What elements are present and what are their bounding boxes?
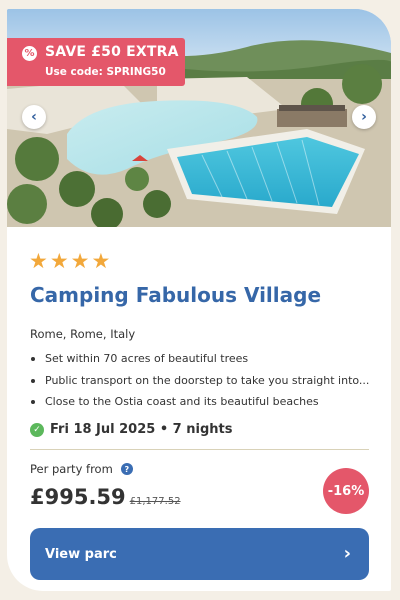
- promo-banner: % SAVE £50 EXTRA Use code: SPRING50: [7, 38, 185, 86]
- star-icon: ★: [49, 249, 69, 273]
- price: £995.59: [30, 485, 126, 509]
- next-image-button[interactable]: ›: [352, 105, 376, 129]
- promo-code: Use code: SPRING50: [45, 66, 166, 78]
- check-icon: ✓: [30, 422, 44, 437]
- prev-image-button[interactable]: ‹: [22, 105, 46, 129]
- view-parc-button[interactable]: View parc ›: [30, 528, 369, 580]
- divider: [30, 449, 369, 450]
- listing-location: Rome, Rome, Italy: [30, 327, 136, 341]
- price-label: Per party from: [30, 462, 113, 476]
- percent-icon: %: [22, 46, 37, 61]
- hero-image[interactable]: % SAVE £50 EXTRA Use code: SPRING50 ‹ ›: [7, 9, 391, 227]
- feature-item: Public transport on the doorstep to take…: [30, 373, 375, 395]
- bullet-icon: [31, 378, 35, 383]
- feature-item: Close to the Ostia coast and its beautif…: [30, 394, 375, 416]
- promo-title: SAVE £50 EXTRA: [45, 44, 179, 60]
- feature-list: Set within 70 acres of beautiful trees P…: [30, 351, 375, 416]
- star-rating: ★ ★ ★ ★: [29, 251, 110, 272]
- chevron-right-icon: ›: [361, 109, 367, 125]
- feature-item: Set within 70 acres of beautiful trees: [30, 351, 375, 373]
- date-row: ✓ Fri 18 Jul 2025 • 7 nights: [30, 422, 232, 437]
- date-text: Fri 18 Jul 2025 • 7 nights: [50, 422, 233, 437]
- star-icon: ★: [29, 249, 48, 273]
- star-icon: ★: [91, 249, 111, 273]
- holiday-card: % SAVE £50 EXTRA Use code: SPRING50 ‹ › …: [7, 9, 391, 591]
- chevron-left-icon: ‹: [31, 109, 37, 125]
- chevron-right-icon: ›: [343, 543, 351, 564]
- bullet-icon: [31, 400, 35, 404]
- party-row: Per party from ?: [30, 462, 133, 476]
- view-parc-label: View parc: [45, 546, 117, 562]
- info-icon[interactable]: ?: [120, 463, 133, 475]
- listing-name[interactable]: Camping Fabulous Village: [30, 283, 321, 307]
- star-icon: ★: [70, 249, 90, 273]
- old-price: £1,177.52: [129, 496, 181, 507]
- bullet-icon: [31, 357, 35, 361]
- price-row: £995.59 £1,177.52: [30, 485, 181, 509]
- discount-badge: -16%: [323, 468, 369, 514]
